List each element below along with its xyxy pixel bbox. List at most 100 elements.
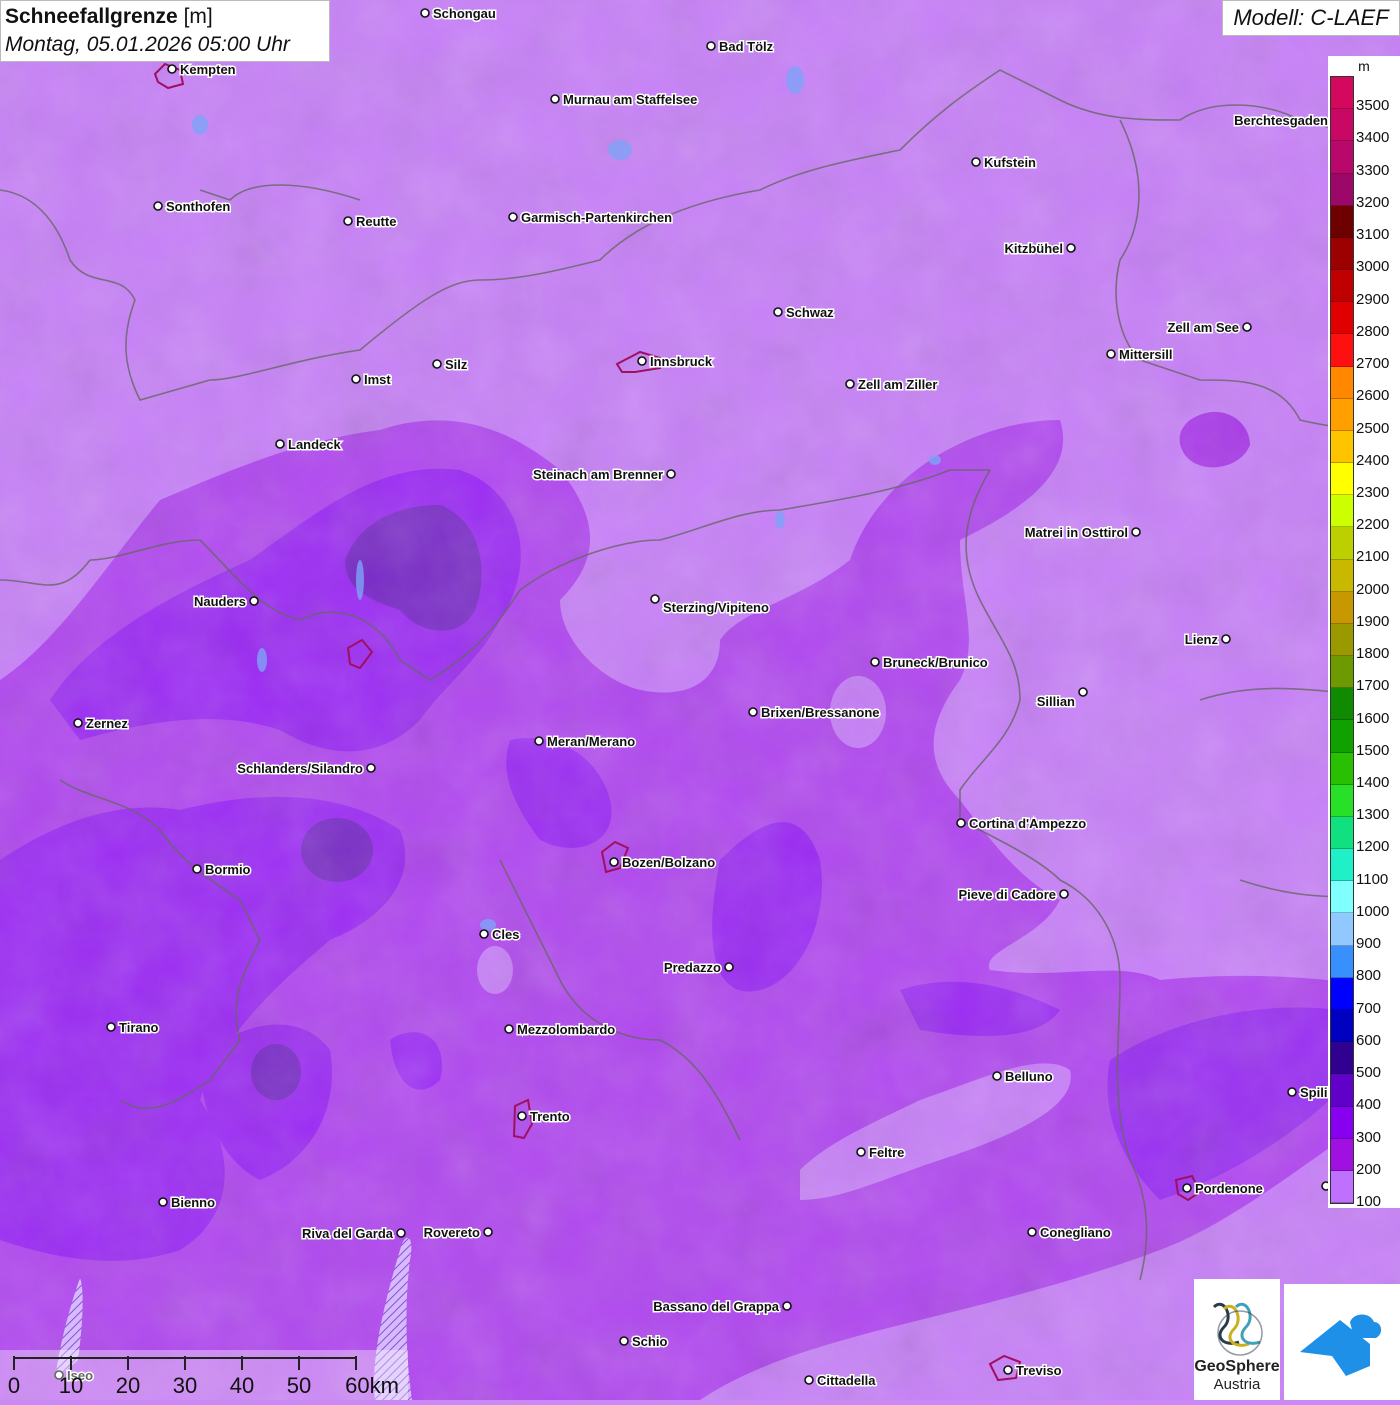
city-dot	[706, 41, 716, 51]
legend-label: 1100	[1356, 870, 1389, 888]
model-label: Modell: C-LAEF	[1222, 0, 1400, 36]
city-label: Kitzbühel	[1005, 241, 1064, 256]
city-label: Silz	[445, 357, 468, 372]
city-dot	[773, 307, 783, 317]
city-marker[interactable]: Murnau am Staffelsee	[550, 91, 699, 109]
city-marker[interactable]: Schlanders/Silandro	[236, 760, 376, 778]
city-marker[interactable]: Pordenone	[1182, 1180, 1264, 1198]
legend-label: 1900	[1356, 612, 1390, 630]
city-label: Conegliano	[1040, 1225, 1111, 1240]
city-dot	[724, 962, 734, 972]
city-label: Matrei in Osttirol	[1025, 525, 1128, 540]
geosphere-logo[interactable]: GeoSphere Austria	[1194, 1279, 1280, 1400]
city-marker[interactable]: Schongau	[420, 5, 497, 23]
legend-label: 1500	[1356, 741, 1390, 759]
city-label: Meran/Merano	[547, 734, 635, 749]
city-marker[interactable]: Innsbruck	[637, 353, 714, 371]
city-marker[interactable]: Bassano del Grappa	[652, 1298, 792, 1316]
scale-label: 60km	[345, 1373, 399, 1398]
city-label: Schlanders/Silandro	[237, 761, 363, 776]
city-label: Lienz	[1185, 632, 1219, 647]
city-label: Riva del Garda	[302, 1226, 394, 1241]
city-dot	[192, 864, 202, 874]
city-dot	[748, 707, 758, 717]
legend-swatch	[1331, 77, 1353, 110]
city-dot	[504, 1024, 514, 1034]
city-dot	[158, 1197, 168, 1207]
city-label: Cittadella	[817, 1373, 876, 1388]
legend-swatch	[1331, 398, 1353, 431]
logo-brand-line1: GeoSphere	[1194, 1358, 1280, 1375]
city-marker[interactable]: Pieve di Cadore	[957, 886, 1069, 904]
city-dot	[420, 8, 430, 18]
city-label: Treviso	[1016, 1363, 1062, 1378]
scale-label: 40	[230, 1373, 254, 1398]
city-marker[interactable]: Garmisch-Partenkirchen	[508, 209, 674, 227]
legend-swatch	[1331, 559, 1353, 592]
city-marker[interactable]: Matrei in Osttirol	[1023, 524, 1141, 542]
legend-swatch	[1331, 366, 1353, 399]
city-label: Bassano del Grappa	[653, 1299, 779, 1314]
city-dot	[637, 356, 647, 366]
legend-swatch	[1331, 270, 1353, 303]
city-marker[interactable]: Riva del Garda	[300, 1225, 406, 1243]
city-marker[interactable]: Zell am Ziller	[845, 376, 939, 394]
legend-unit: m	[1358, 58, 1370, 74]
legend-label: 100	[1356, 1193, 1382, 1210]
city-label: Bruneck/Brunico	[883, 655, 988, 670]
scale-label: 30	[173, 1373, 197, 1398]
city-label: Schwaz	[786, 305, 834, 320]
city-marker[interactable]: Zell am See	[1166, 319, 1252, 337]
legend-swatch	[1331, 1042, 1353, 1075]
city-marker[interactable]: Mezzolombardo	[504, 1021, 617, 1039]
city-label: Garmisch-Partenkirchen	[521, 210, 672, 225]
legend-label: 1700	[1356, 677, 1390, 695]
city-label: Feltre	[869, 1145, 904, 1160]
city-label: Bozen/Bolzano	[622, 855, 715, 870]
city-label: Brixen/Bressanone	[761, 705, 880, 720]
cloud-arrow-icon	[1300, 1314, 1382, 1376]
legend-label: 3500	[1356, 97, 1390, 115]
city-label: Sillian	[1037, 694, 1075, 709]
forecast-datetime: Montag, 05.01.2026 05:00 Uhr	[5, 33, 290, 56]
legend-swatch	[1331, 1106, 1353, 1139]
legend-swatch	[1331, 1009, 1353, 1043]
legend-label: 400	[1356, 1096, 1382, 1114]
city-marker[interactable]: Brixen/Bressanone	[748, 704, 881, 722]
city-dot	[275, 439, 285, 449]
city-label: Zernez	[86, 716, 128, 731]
legend-label: 1300	[1356, 806, 1390, 824]
city-dot	[956, 818, 966, 828]
city-marker[interactable]: Berchtesgaden	[1233, 112, 1341, 130]
city-label: Schongau	[433, 6, 496, 21]
city-marker[interactable]: Bozen/Bolzano	[609, 854, 717, 872]
snowline-map[interactable]: Schongau Bad Tölz Kempten Murnau am Staffel…	[0, 0, 1400, 1400]
legend-label: 2000	[1356, 580, 1390, 598]
city-label: Innsbruck	[650, 354, 713, 369]
geosphere-emblem-icon	[1212, 1303, 1263, 1356]
city-dot	[483, 1227, 493, 1237]
city-dot	[1059, 889, 1069, 899]
city-dot	[550, 94, 560, 104]
legend-swatch	[1331, 1138, 1353, 1171]
scale-label: 10	[59, 1373, 83, 1398]
city-marker[interactable]: Conegliano	[1027, 1224, 1112, 1242]
legend-label: 500	[1356, 1064, 1382, 1082]
legend-label: 1800	[1356, 645, 1390, 663]
city-marker[interactable]: Meran/Merano	[534, 733, 637, 751]
city-marker[interactable]: Cortina d'Ampezzo	[956, 815, 1088, 833]
secondary-logo[interactable]	[1284, 1284, 1400, 1400]
city-dot	[1027, 1227, 1037, 1237]
city-label: Bad Tölz	[719, 39, 774, 54]
city-marker[interactable]: Bruneck/Brunico	[870, 654, 989, 672]
legend-labels: 3500 3400 3300 3200 3100 3000 2900 2800 2700 2600…	[1356, 76, 1400, 1210]
legend-swatch	[1331, 881, 1353, 914]
color-legend: m 3500 3400 3300 3200 3100 3000 2900 2800 2700 26…	[1328, 56, 1400, 1210]
city-label: Cortina d'Ampezzo	[969, 816, 1086, 831]
legend-label: 1000	[1356, 902, 1390, 920]
city-label: Murnau am Staffelsee	[563, 92, 697, 107]
city-marker[interactable]: Sonthofen	[153, 198, 232, 216]
city-marker[interactable]: Steinach am Brenner	[531, 466, 676, 484]
legend-swatch	[1331, 1074, 1353, 1107]
city-label: Pieve di Cadore	[958, 887, 1056, 902]
